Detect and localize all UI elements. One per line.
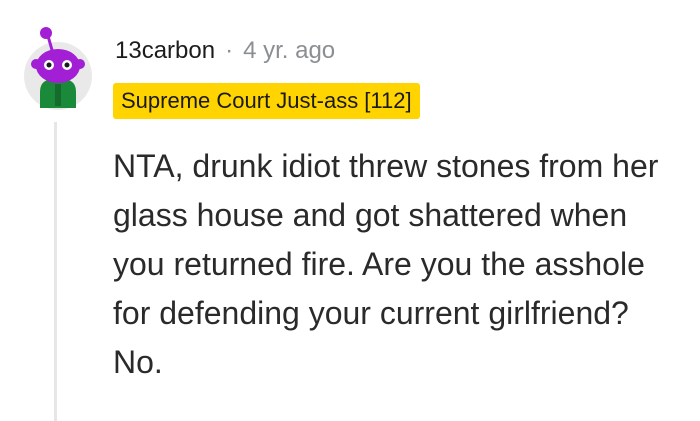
separator-dot: · [225, 37, 234, 64]
comment: 13carbon · 4 yr. ago Supreme Court Just-… [0, 0, 700, 421]
username-link[interactable]: 13carbon [115, 37, 215, 65]
comment-body: NTA, drunk idiot threw stones from her g… [113, 142, 683, 387]
snoo-avatar-icon [24, 27, 92, 110]
avatar[interactable] [22, 22, 94, 112]
thread-line[interactable] [54, 122, 57, 421]
timestamp-link[interactable]: 4 yr. ago [243, 37, 335, 65]
comment-meta: 13carbon · 4 yr. ago [115, 36, 335, 66]
comment-text: NTA, drunk idiot threw stones from her g… [113, 148, 659, 380]
user-flair: Supreme Court Just-ass [112] [113, 83, 420, 119]
